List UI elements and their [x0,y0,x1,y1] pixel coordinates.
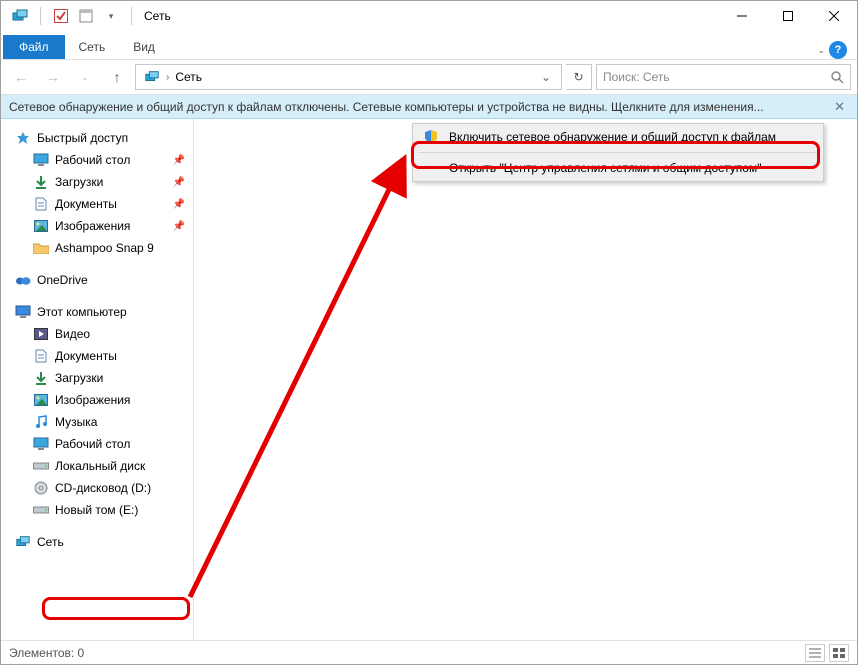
onedrive-icon [15,272,31,288]
pin-icon: 📌 [173,155,185,166]
tree-item[interactable]: Видео [1,323,193,345]
window-title: Сеть [144,9,171,23]
pictures-icon [33,392,49,408]
documents-icon [33,196,49,212]
tree-item-label: Локальный диск [55,459,145,473]
tree-item-label: Рабочий стол [55,153,130,167]
qat-dropdown-icon[interactable]: ▾ [100,5,122,27]
pc-icon [15,304,31,320]
view-large-button[interactable] [829,644,849,662]
tree-item-label: Новый том (E:) [55,503,138,517]
tree-item-label: Ashampoo Snap 9 [55,241,154,255]
info-bar-text: Сетевое обнаружение и общий доступ к фай… [9,100,764,114]
folder-icon [33,240,49,256]
status-count: Элементов: 0 [9,646,84,660]
tab-network[interactable]: Сеть [65,35,120,59]
nav-back-button[interactable]: ← [7,63,35,91]
tree-item-label: Рабочий стол [55,437,130,451]
documents-icon [33,348,49,364]
desktop-icon [33,152,49,168]
pin-icon: 📌 [173,199,185,210]
drive-icon [33,458,49,474]
search-icon [830,70,844,84]
tree-item[interactable]: Документы [1,345,193,367]
nav-up-button[interactable]: ↑ [103,63,131,91]
music-icon [33,414,49,430]
tree-item-label: Загрузки [55,175,103,189]
close-button[interactable] [811,1,857,31]
tree-network[interactable]: Сеть [1,531,193,553]
tree-item-label: Изображения [55,219,130,233]
titlebar: ▾ Сеть [1,1,857,31]
tree-this-pc[interactable]: Этот компьютер [1,301,193,323]
tree-item-label: Загрузки [55,371,103,385]
navigation-tree[interactable]: Быстрый доступ Рабочий стол📌Загрузки📌Док… [1,119,194,640]
view-details-button[interactable] [805,644,825,662]
ctx-enable-discovery[interactable]: Включить сетевое обнаружение и общий дос… [413,124,823,150]
tree-item-label: Музыка [55,415,97,429]
maximize-button[interactable] [765,1,811,31]
network-app-icon [9,5,31,27]
network-breadcrumb-icon [144,69,160,85]
refresh-button[interactable]: ↻ [566,64,592,90]
search-input[interactable] [603,70,830,84]
breadcrumb-segment[interactable]: Сеть [175,70,202,84]
qat-checkbox-icon[interactable] [50,5,72,27]
help-icon[interactable]: ? [829,41,847,59]
context-menu: Включить сетевое обнаружение и общий дос… [412,123,824,182]
cd-icon [33,480,49,496]
ribbon-caret[interactable]: ⌄ [817,45,825,56]
tree-item[interactable]: Загрузки 📌 [1,171,193,193]
file-tab[interactable]: Файл [3,35,65,59]
ctx-item-label: Открыть "Центр управления сетями и общим… [449,161,761,175]
tree-item-label: Видео [55,327,90,341]
tree-item[interactable]: CD-дисковод (D:) [1,477,193,499]
tree-item[interactable]: Рабочий стол 📌 [1,149,193,171]
nav-forward-button[interactable]: → [39,63,67,91]
tree-onedrive[interactable]: OneDrive [1,269,193,291]
ctx-separator [419,152,817,153]
ctx-open-network-center[interactable]: Открыть "Центр управления сетями и общим… [413,155,823,181]
desktop-icon [33,436,49,452]
tree-item[interactable]: Рабочий стол [1,433,193,455]
tab-view[interactable]: Вид [119,35,169,59]
tree-item[interactable]: Ashampoo Snap 9 [1,237,193,259]
content-area: Включить сетевое обнаружение и общий дос… [194,119,857,640]
tree-item-label: Изображения [55,393,130,407]
tree-item[interactable]: Загрузки [1,367,193,389]
nav-recent-caret[interactable]: ⌄ [71,63,99,91]
tree-item[interactable]: Новый том (E:) [1,499,193,521]
address-dropdown-icon[interactable]: ⌄ [535,70,557,84]
video-icon [33,326,49,342]
tree-item-label: Документы [55,349,117,363]
shield-icon [421,129,441,145]
tree-item[interactable]: Изображения 📌 [1,215,193,237]
tree-item[interactable]: Документы 📌 [1,193,193,215]
chevron-right-icon[interactable]: › [164,72,171,83]
address-bar[interactable]: › Сеть ⌄ [135,64,562,90]
downloads-icon [33,174,49,190]
info-bar[interactable]: Сетевое обнаружение и общий доступ к фай… [1,95,857,119]
pin-icon: 📌 [173,221,185,232]
pictures-icon [33,218,49,234]
search-box[interactable] [596,64,851,90]
info-bar-close-icon[interactable]: ✕ [830,99,849,115]
tree-item[interactable]: Локальный диск [1,455,193,477]
downloads-icon [33,370,49,386]
tree-item-label: Документы [55,197,117,211]
tree-quick-access[interactable]: Быстрый доступ [1,127,193,149]
pin-icon: 📌 [173,177,185,188]
qat-window-icon[interactable] [75,5,97,27]
tree-item[interactable]: Музыка [1,411,193,433]
address-row: ← → ⌄ ↑ › Сеть ⌄ ↻ [1,59,857,95]
star-icon [15,130,31,146]
tree-item-label: CD-дисковод (D:) [55,481,151,495]
network-icon [15,534,31,550]
tree-item[interactable]: Изображения [1,389,193,411]
status-bar: Элементов: 0 [1,640,857,664]
ctx-item-label: Включить сетевое обнаружение и общий дос… [449,130,776,144]
minimize-button[interactable] [719,1,765,31]
ribbon: Файл Сеть Вид ⌄ ? [1,31,857,59]
drive-icon [33,502,49,518]
